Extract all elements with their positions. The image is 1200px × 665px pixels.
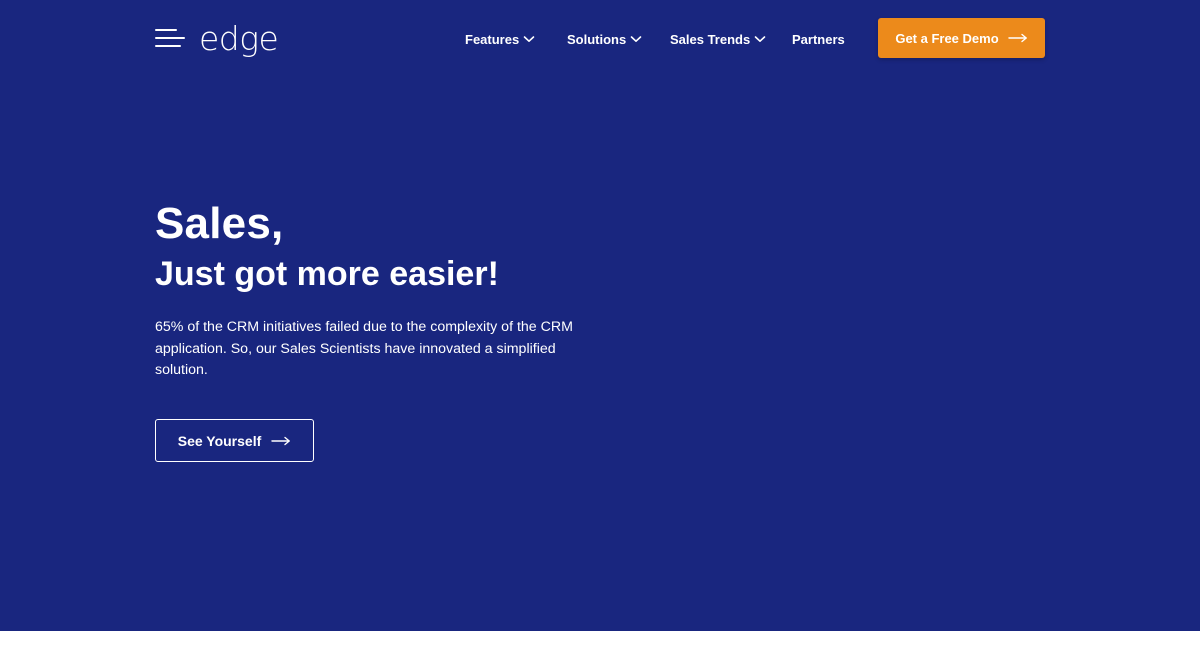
chevron-down-icon: [523, 36, 535, 42]
nav-item-solutions[interactable]: Solutions: [567, 32, 642, 47]
nav-item-features[interactable]: Features: [465, 32, 535, 47]
arrow-right-icon: [271, 436, 291, 445]
get-free-demo-button[interactable]: Get a Free Demo: [878, 18, 1045, 58]
arrow-right-icon: [1007, 33, 1027, 43]
nav-item-label: Features: [465, 31, 520, 47]
page-content-below-hero: [0, 631, 1200, 665]
hero-section: edge Features Solutions Sales Trends Par…: [0, 0, 1200, 631]
see-yourself-label: See Yourself: [177, 432, 262, 449]
hamburger-menu-icon[interactable]: [155, 28, 185, 48]
demo-button-label: Get a Free Demo: [895, 30, 999, 46]
hero-description: 65% of the CRM initiatives failed due to…: [155, 319, 573, 378]
hero-subheadline: Just got more easier!: [155, 255, 499, 293]
chevron-down-icon: [754, 36, 766, 42]
hero-headline: Sales,: [155, 199, 284, 248]
nav-item-partners[interactable]: Partners: [792, 32, 845, 47]
logo[interactable]: edge: [155, 18, 279, 62]
chevron-down-icon: [630, 36, 642, 42]
nav-item-label: Sales Trends: [670, 31, 751, 47]
logo-text: edge: [199, 18, 279, 58]
nav-item-label: Solutions: [567, 31, 627, 47]
nav-item-label: Partners: [792, 31, 845, 47]
nav-item-sales-trends[interactable]: Sales Trends: [670, 32, 766, 47]
see-yourself-button[interactable]: See Yourself: [155, 419, 314, 462]
